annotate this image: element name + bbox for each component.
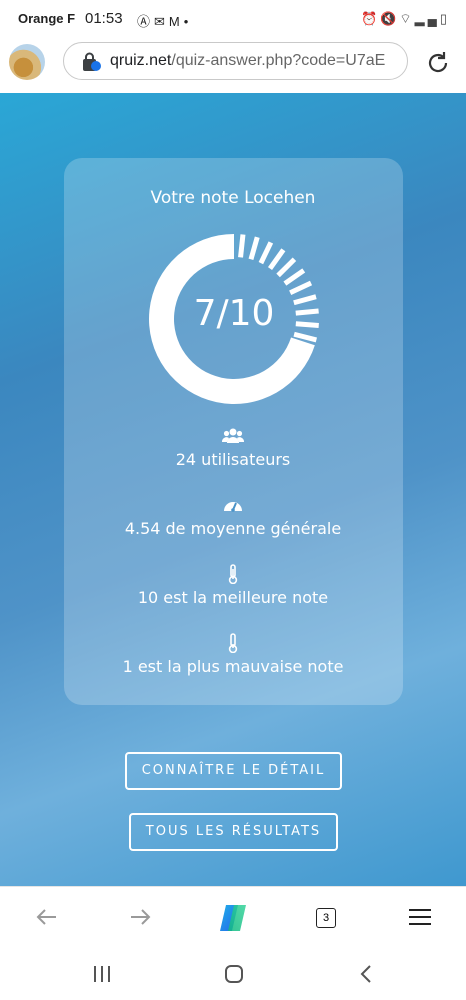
remaining-tick [248,236,260,261]
url-field[interactable]: qruiz.net/quiz-answer.php?code=U7aE [63,42,408,80]
menu-icon[interactable] [406,903,434,931]
stat-best: 10 est la meilleure note [0,564,466,607]
thermometer-icon [228,633,238,653]
message-icon: ✉ [154,14,169,29]
profile-avatar[interactable] [9,44,45,80]
url-text: qruiz.net/quiz-answer.php?code=U7aE [110,52,385,70]
tab-count-button[interactable]: 3 [316,908,336,928]
forward-arrow-icon[interactable] [126,903,154,931]
address-bar: qruiz.net/quiz-answer.php?code=U7aE [0,38,466,90]
status-bar: Orange F 01:53 Ⓐ✉M• ⏰🔇⌔▂▄▯ [0,0,466,38]
url-path: /quiz-answer.php?code=U7aE [171,52,386,69]
browser-toolbar: 3 [0,886,466,949]
remaining-tick [289,280,313,296]
site-info-icon[interactable] [81,52,101,72]
system-navigation-bar [0,948,466,1000]
home-icon[interactable] [224,964,244,984]
back-arrow-icon[interactable] [33,903,61,931]
quiz-result-page: Votre note Locehen 7/10 24 utilisateurs … [0,93,466,886]
stat-worst: 1 est la plus mauvaise note [0,633,466,676]
notification-icons: Ⓐ✉M• [137,11,192,30]
system-icons: ⏰🔇⌔▂▄▯ [361,11,450,27]
remaining-tick [276,257,297,278]
all-results-button[interactable]: TOUS LES RÉSULTATS [129,813,338,851]
gauge-icon [224,502,242,512]
remaining-tick [293,331,318,343]
clock: 01:53 [85,10,123,27]
wifi-icon: ⌔ [399,11,415,26]
users-icon [222,428,244,443]
system-back-icon[interactable] [356,964,376,984]
alarm-icon: ⏰ [361,11,381,26]
remaining-tick [238,234,246,258]
gmail-icon: M [168,14,184,29]
copilot-icon[interactable] [216,901,250,935]
stat-average: 4.54 de moyenne générale [0,495,466,538]
recent-apps-icon[interactable] [91,964,113,984]
stat-average-text: 4.54 de moyenne générale [124,519,342,538]
carrier-label: Orange F [18,11,76,26]
remaining-tick [258,241,274,265]
alert-icon: Ⓐ [137,14,155,29]
url-domain: qruiz.net [110,52,172,69]
score-ring: 7/10 [148,233,320,405]
stat-best-text: 10 est la meilleure note [137,588,329,607]
stat-users: 24 utilisateurs [0,426,466,469]
detail-button[interactable]: CONNAÎTRE LE DÉTAIL [125,752,342,790]
dot-icon: • [183,14,193,29]
signal-icon: ▂▄ [414,11,440,26]
remaining-tick [267,248,286,270]
reload-icon[interactable] [424,49,452,77]
stat-users-text: 24 utilisateurs [175,450,291,469]
result-title: Votre note Locehen [150,188,316,208]
stat-worst-text: 1 est la plus mauvaise note [122,657,344,676]
battery-icon: ▯ [439,11,450,26]
remaining-tick [283,268,306,286]
mute-icon: 🔇 [380,11,400,26]
thermometer-icon [228,564,238,584]
score-value: 7/10 [193,293,275,334]
